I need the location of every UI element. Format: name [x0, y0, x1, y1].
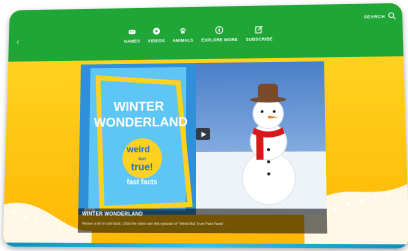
- video-caption: WINTER WONDERLAND Weave a bit of cold fa…: [77, 208, 328, 234]
- logo-fast-facts: fast facts: [127, 179, 158, 186]
- stage: ‹ SEARCH GAMES VIDEOS ANIMALS EXPLORE MO…: [0, 0, 408, 251]
- play-button[interactable]: [196, 127, 211, 140]
- video-thumbnail[interactable]: WINTER WONDERLAND weird but true! fast f…: [78, 61, 327, 215]
- bottom-strip: [2, 242, 408, 249]
- logo-true: true!: [131, 162, 153, 173]
- site-panel: ‹ SEARCH GAMES VIDEOS ANIMALS EXPLORE MO…: [2, 2, 408, 249]
- caption-description: Weave a bit of cold facts. Click the vid…: [81, 221, 225, 227]
- thumbnail-title-line1: WINTER: [114, 99, 164, 114]
- caption-title: WINTER WONDERLAND: [82, 211, 143, 218]
- logo-weird: weird: [126, 144, 150, 154]
- play-icon: [200, 131, 206, 137]
- thumbnail-title-line2: WONDERLAND: [94, 115, 188, 130]
